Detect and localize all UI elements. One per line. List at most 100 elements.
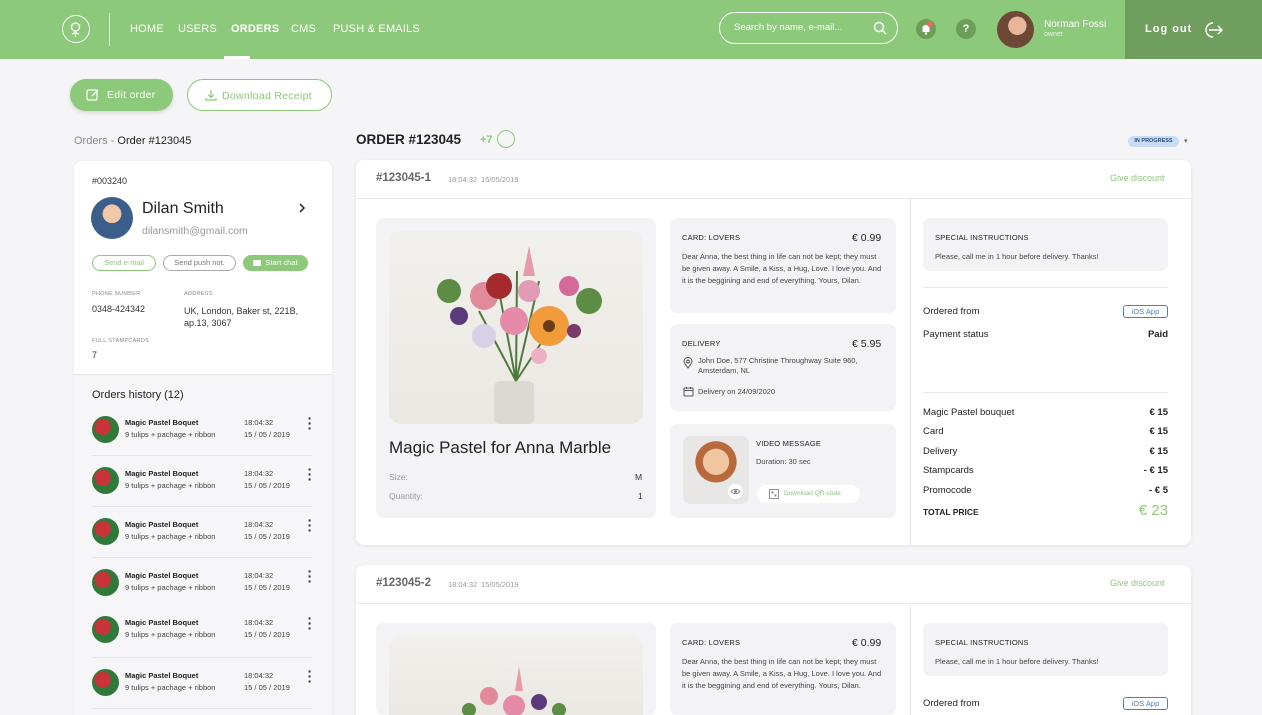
- instructions-title: SPECIAL INSTRUCTIONS: [935, 638, 1029, 647]
- edit-icon: [86, 88, 100, 102]
- history-item[interactable]: Magic Pastel Boquet 9 tulips + pachage +…: [92, 564, 322, 609]
- breadcrumb-parent[interactable]: Orders: [74, 135, 108, 147]
- breadcrumb: Orders - Order #123045: [74, 135, 191, 147]
- summary-label: Card: [923, 426, 944, 437]
- more-vertical-icon[interactable]: · · ·: [306, 564, 314, 588]
- download-qr-button[interactable]: Download QR-code: [757, 485, 860, 503]
- summary-divider: [923, 392, 1168, 393]
- nav-orders[interactable]: ORDERS: [231, 23, 279, 35]
- nav-active-indicator: [224, 56, 250, 59]
- logout-icon[interactable]: [1202, 21, 1224, 38]
- history-item[interactable]: Magic Pastel Boquet 9 tulips + pachage +…: [92, 611, 322, 656]
- order-item-time: 18:04:32: [448, 580, 478, 589]
- order-item-date: 15/05/2019: [481, 580, 519, 589]
- chevron-right-icon[interactable]: [297, 200, 307, 216]
- special-instructions-panel: [923, 623, 1168, 676]
- send-push-button[interactable]: Send push not.: [163, 255, 236, 271]
- give-discount-link[interactable]: Give discount: [1110, 578, 1165, 588]
- logout-label[interactable]: Log out: [1145, 23, 1192, 35]
- size-value: M: [635, 472, 643, 482]
- history-item-desc: 9 tulips + pachage + ribbon: [125, 583, 216, 592]
- chat-icon: [253, 260, 262, 267]
- breadcrumb-current: Order #123045: [117, 135, 192, 147]
- history-item-date: 15 / 05 / 2019: [244, 583, 290, 592]
- history-item-name: Magic Pastel Boquet: [125, 520, 199, 529]
- video-duration: Duration: 30 sec: [756, 457, 811, 466]
- history-item-name: Magic Pastel Boquet: [125, 571, 199, 580]
- start-chat-button[interactable]: Start chat: [243, 255, 308, 271]
- summary-divider: [923, 287, 1168, 288]
- product-photo: [389, 636, 643, 715]
- ios-app-badge: iOS App: [1123, 305, 1168, 318]
- nav-push-emails[interactable]: PUSH & EMAILS: [333, 23, 420, 35]
- history-divider: [92, 708, 312, 709]
- summary-value: € 15: [1149, 446, 1169, 457]
- stampcards-value: 7: [92, 350, 98, 360]
- history-item[interactable]: Magic Pastel Boquet 9 tulips + pachage +…: [92, 411, 322, 456]
- order-title: ORDER #123045: [356, 132, 462, 147]
- bell-icon[interactable]: [916, 19, 936, 39]
- phone-value: 0348-424342: [92, 304, 146, 314]
- history-item-time: 18:04:32: [244, 469, 274, 478]
- order-item-id: #123045-2: [376, 577, 431, 589]
- bouquet-thumbnail: [92, 616, 119, 643]
- summary-value: € 15: [1149, 426, 1169, 437]
- instructions-text: Please, call me in 1 hour before deliver…: [935, 252, 1099, 261]
- video-title: VIDEO MESSAGE: [756, 439, 822, 448]
- caret-down-icon[interactable]: ▾: [1184, 137, 1188, 145]
- history-divider: [92, 455, 312, 456]
- more-vertical-icon[interactable]: · · ·: [306, 513, 314, 537]
- search-placeholder: Search by name, e-mail...: [734, 22, 843, 33]
- history-item-time: 18:04:32: [244, 520, 274, 529]
- history-item[interactable]: Magic Pastel Boquet 9 tulips + pachage +…: [92, 513, 322, 558]
- summary-label: Promocode: [923, 485, 972, 496]
- summary-label: Magic Pastel bouquet: [923, 407, 1015, 418]
- history-item-desc: 9 tulips + pachage + ribbon: [125, 630, 216, 639]
- download-receipt-button[interactable]: Download Receipt: [187, 79, 332, 111]
- bouquet-thumbnail: [92, 518, 119, 545]
- payment-status-label: Payment status: [923, 329, 989, 340]
- summary-label: Stampcards: [923, 465, 974, 476]
- history-divider: [92, 506, 312, 507]
- nav-home[interactable]: HOME: [130, 23, 164, 35]
- help-icon[interactable]: ?: [956, 19, 976, 39]
- history-divider: [92, 557, 312, 558]
- orders-history-title: Orders history (12): [92, 389, 184, 401]
- special-instructions-panel: [923, 218, 1168, 271]
- history-item-name: Magic Pastel Boquet: [125, 418, 199, 427]
- product-name: Magic Pastel for Anna Marble: [389, 438, 612, 457]
- history-item-desc: 9 tulips + pachage + ribbon: [125, 683, 216, 692]
- status-badge[interactable]: IN PROGRESS: [1128, 136, 1179, 147]
- more-vertical-icon[interactable]: · · ·: [306, 664, 314, 688]
- delivery-date: Delivery on 24/09/2020: [698, 387, 776, 396]
- history-item-time: 18:04:32: [244, 418, 274, 427]
- send-email-button[interactable]: Send e-mail: [92, 255, 156, 271]
- more-vertical-icon[interactable]: · · ·: [306, 411, 314, 435]
- nav-users[interactable]: USERS: [178, 23, 217, 35]
- history-item[interactable]: Magic Pastel Boquet 9 tulips + pachage +…: [92, 462, 322, 507]
- card-price: € 0.99: [852, 637, 882, 649]
- history-item-name: Magic Pastel Boquet: [125, 671, 199, 680]
- phone-label: PHONE NUMBER: [92, 291, 141, 297]
- header-divider: [109, 13, 110, 46]
- total-price-label: TOTAL PRICE: [923, 507, 979, 517]
- history-item-name: Magic Pastel Boquet: [125, 618, 199, 627]
- give-discount-link[interactable]: Give discount: [1110, 173, 1165, 183]
- history-item-date: 15 / 05 / 2019: [244, 683, 290, 692]
- customer-name[interactable]: Dilan Smith: [142, 200, 224, 218]
- edit-order-button[interactable]: Edit order: [70, 79, 173, 111]
- eye-icon[interactable]: [728, 484, 743, 499]
- address-line2: ap.13, 3067: [184, 318, 232, 328]
- breadcrumb-separator: -: [107, 135, 118, 147]
- history-item-time: 18:04:32: [244, 671, 274, 680]
- customer-email: dilansmith@gmail.com: [142, 225, 248, 237]
- flower-logo-icon[interactable]: [62, 15, 90, 43]
- history-item[interactable]: Magic Pastel Boquet 9 tulips + pachage +…: [92, 664, 322, 709]
- user-avatar[interactable]: [997, 11, 1034, 48]
- more-vertical-icon[interactable]: · · ·: [306, 462, 314, 486]
- search-icon[interactable]: [873, 21, 887, 35]
- total-price-value: € 23: [1138, 502, 1168, 519]
- more-vertical-icon[interactable]: · · ·: [306, 611, 314, 635]
- nav-cms[interactable]: CMS: [291, 23, 316, 35]
- order-item-time: 18:04:32: [448, 175, 478, 184]
